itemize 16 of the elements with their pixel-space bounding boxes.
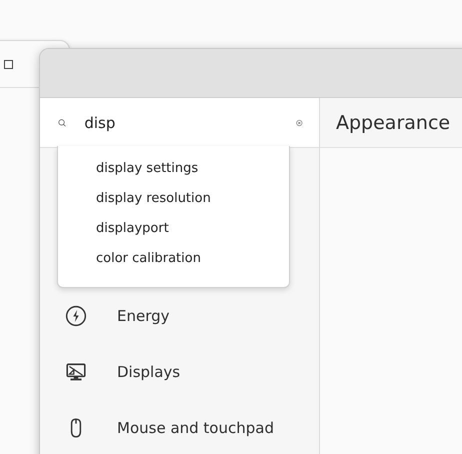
- monitor-icon: [65, 361, 87, 383]
- suggestion-item[interactable]: color calibration: [58, 243, 289, 273]
- lightning-icon: [65, 305, 87, 327]
- sidebar-item[interactable]: Displays: [40, 344, 319, 400]
- suggestion-item[interactable]: display resolution: [58, 183, 289, 213]
- sidebar-item[interactable]: Energy: [40, 288, 319, 344]
- suggestion-item[interactable]: displayport: [58, 213, 289, 243]
- item-label: Mouse and touchpad: [117, 419, 274, 437]
- search-bar[interactable]: disp: [40, 98, 319, 148]
- suggestion-item[interactable]: display settings: [58, 153, 289, 183]
- page-title: Appearance: [320, 98, 462, 148]
- search-field[interactable]: disp: [84, 114, 278, 132]
- item-label: Displays: [117, 363, 180, 381]
- item-label: Energy: [117, 307, 170, 325]
- sidebar-item[interactable]: Mouse and touchpad: [40, 400, 319, 454]
- maximize-icon[interactable]: [4, 60, 13, 68]
